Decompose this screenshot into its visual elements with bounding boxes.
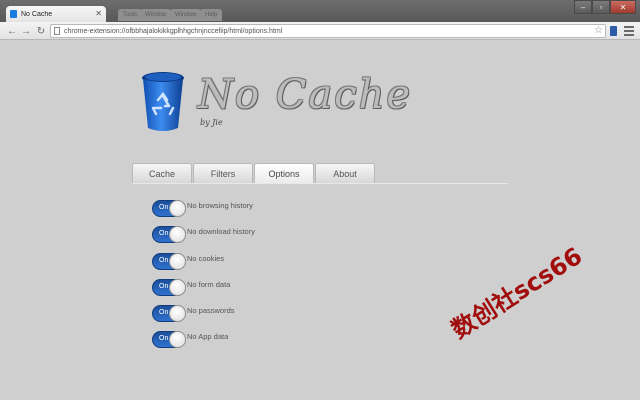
window-titlebar: No Cache ✕ Tools Window Window Help – ▫ … <box>0 0 640 22</box>
back-icon[interactable]: ← <box>6 25 18 37</box>
forward-icon[interactable]: → <box>20 25 32 37</box>
app-title: No Cache <box>198 72 413 118</box>
toggle-state: On <box>159 256 169 264</box>
toggle-knob[interactable] <box>169 252 186 270</box>
tab-cache[interactable]: Cache <box>132 163 192 183</box>
favicon-icon <box>10 10 17 18</box>
tab-about[interactable]: About <box>315 163 375 183</box>
maximize-icon[interactable]: ▫ <box>592 0 610 14</box>
toggle-switch[interactable]: On <box>152 226 186 244</box>
background-tab[interactable]: Window <box>140 9 172 21</box>
toggle-switch[interactable]: On <box>152 331 186 349</box>
close-icon[interactable]: ✕ <box>95 10 102 18</box>
toggle-switch[interactable]: On <box>152 200 186 217</box>
extension-icon[interactable] <box>610 26 617 36</box>
option-label: No browsing history <box>187 201 253 210</box>
toggle-knob[interactable] <box>169 200 186 217</box>
option-label: No App data <box>187 332 229 342</box>
toggle-state: On <box>159 309 169 317</box>
recycle-bin-icon <box>142 72 184 131</box>
page-icon <box>54 27 60 35</box>
star-icon[interactable]: ☆ <box>594 25 603 37</box>
tab-divider <box>132 183 508 184</box>
close-window-icon[interactable]: ✕ <box>610 0 636 14</box>
minimize-icon[interactable]: – <box>574 0 592 14</box>
toggle-knob[interactable] <box>169 331 186 349</box>
address-bar[interactable]: chrome-extension://ofbbhajalokikkgplhhgc… <box>50 24 606 38</box>
toggle-state: On <box>159 204 169 211</box>
toggle-switch[interactable]: On <box>152 305 186 323</box>
tab-options[interactable]: Options <box>254 163 314 183</box>
toggle-state: On <box>159 282 169 290</box>
browser-toolbar: ← → ↻ chrome-extension://ofbbhajalokikkg… <box>0 22 640 40</box>
toggle-knob[interactable] <box>169 226 186 244</box>
option-label: No download history <box>187 227 255 237</box>
byline: by Jie <box>200 118 223 127</box>
menu-icon[interactable] <box>624 26 634 36</box>
option-label: No form data <box>187 279 231 289</box>
window-controls: – ▫ ✕ <box>574 0 636 14</box>
toggle-switch[interactable]: On <box>152 252 186 270</box>
option-label: No cookies <box>187 253 225 263</box>
background-tab[interactable]: Help <box>200 9 223 21</box>
background-tab[interactable]: Tools <box>118 9 143 21</box>
url-text: chrome-extension://ofbbhajalokikkgplhhgc… <box>64 27 283 35</box>
toggle-knob[interactable] <box>169 278 186 296</box>
tab-title: No Cache <box>21 10 53 18</box>
options-tabs: Cache Filters Options About <box>132 163 376 183</box>
option-label: No passwords <box>187 306 235 316</box>
toggle-state: On <box>159 230 169 238</box>
browser-tab-active[interactable]: No Cache ✕ <box>6 6 106 22</box>
tab-filters[interactable]: Filters <box>193 163 253 183</box>
toggle-state: On <box>159 335 169 343</box>
watermark: 数创社scs66 <box>446 241 588 345</box>
reload-icon[interactable]: ↻ <box>35 25 47 37</box>
background-tab[interactable]: Window <box>170 9 202 21</box>
toggle-switch[interactable]: On <box>152 278 186 296</box>
toggle-knob[interactable] <box>169 305 186 323</box>
